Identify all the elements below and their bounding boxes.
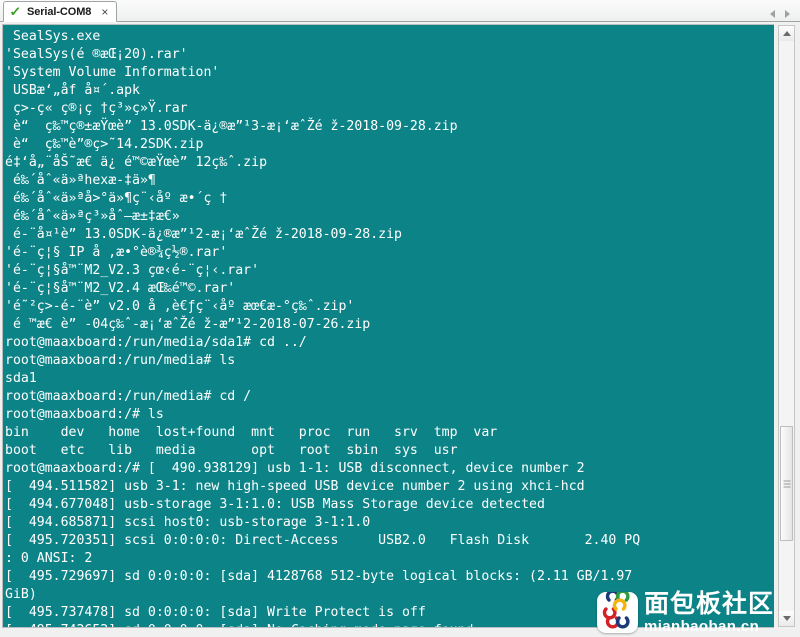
chevron-right-icon[interactable] [785, 10, 790, 18]
terminal-line: USBæ‘„åf å¤´.apk [5, 83, 140, 98]
terminal-area: SealSys.exe 'SealSys(é ®æŒ¡20).rar' 'Syste… [0, 22, 800, 637]
terminal-line: è“ ç‰™ç®±æŸœè” 13.0SDK-ä¿®æ”¹3-æ¡‘æˆŽé ž… [5, 119, 458, 134]
terminal-line: é‡‘å„¨åŠ˜æ€ ä¿ é™©æŸœè” 12ç‰ˆ.zip [5, 155, 268, 170]
terminal-line: sda1 [5, 371, 37, 386]
tab-nav-controls [770, 10, 800, 21]
terminal-line: é-¨å¤¹è” 13.0SDK-ä¿®æ”¹2-æ¡‘æˆŽé ž-2018-… [5, 227, 402, 242]
terminal-line: root@maaxboard:/run/media# ls [5, 353, 236, 368]
scroll-down-glyph [782, 616, 791, 621]
terminal-line: [ 494.677048] usb-storage 3-1:1.0: USB M… [5, 497, 545, 512]
terminal-line: 'é-¨ç¦§ IP å ‚æ•°è®¾ç½®.rar' [5, 245, 228, 260]
terminal-line: è“ ç‰™è”®ç>˜14.2SDK.zip [5, 137, 204, 152]
terminal-line: GiB) [5, 587, 37, 602]
tab-label: Serial-COM8 [27, 5, 92, 18]
terminal-line: 'é˜²ç>-é-¨è” v2.0 å ‚è€ƒç¨‹åº æœ€æ-°ç‰ˆ.… [5, 299, 355, 314]
terminal-line: é‰´åˆ«ä»ªå>°ä»¶ç¨‹åº æ•´ç † [5, 191, 228, 206]
terminal-line: root@maaxboard:/# [ 490.938129] usb 1-1:… [5, 461, 585, 476]
terminal-line: é‰´åˆ«ä»ªç³»åˆ—æ±‡æ€» [5, 209, 180, 224]
scroll-down-arrow-icon[interactable] [779, 611, 794, 626]
terminal-line: [ 495.729697] sd 0:0:0:0: [sda] 4128768 … [5, 569, 633, 584]
tab-serial-com8[interactable]: ✓ Serial-COM8 × [3, 1, 118, 22]
terminal-line: 'é-¨ç¦§å™¨M2_V2.4 æŒ‰é™©.rar' [5, 281, 236, 296]
green-check-icon: ✓ [9, 3, 22, 19]
terminal-line: bin dev home lost+found mnt proc run srv… [5, 425, 498, 440]
terminal-line: [ 495.720351] scsi 0:0:0:0: Direct-Acces… [5, 533, 641, 548]
terminal-line: é ™æ€ è” -04ç‰ˆ-æ¡‘æˆŽé ž-æ”¹2-2018-07-2… [5, 317, 371, 332]
terminal-line: : 0 ANSI: 2 [5, 551, 93, 566]
scroll-up-arrow-icon[interactable] [779, 26, 794, 41]
terminal-line: SealSys.exe [5, 29, 101, 44]
scrollbar-grip-icon [783, 480, 790, 487]
terminal-line: [ 494.685871] scsi host0: usb-storage 3-… [5, 515, 371, 530]
terminal-line: root@maaxboard:/# ls [5, 407, 164, 422]
terminal-output: SealSys.exe 'SealSys(é ®æŒ¡20).rar' 'Syste… [3, 25, 774, 627]
terminal-line: é‰´åˆ«ä»ªhexæ-‡ä»¶ [5, 173, 156, 188]
scrollbar-thumb[interactable] [780, 426, 793, 541]
terminal-line: 'System Volume Information' [5, 65, 220, 80]
tab-bar: ✓ Serial-COM8 × [0, 0, 800, 22]
terminal-line: 'SealSys(é ®æŒ¡20).rar' [5, 47, 188, 62]
chevron-left-icon[interactable] [770, 10, 775, 18]
terminal-console[interactable]: SealSys.exe 'SealSys(é ®æŒ¡20).rar' 'Syste… [2, 24, 774, 628]
close-icon[interactable]: × [100, 6, 109, 18]
terminal-line: boot etc lib media opt root sbin sys usr [5, 443, 458, 458]
scroll-up-glyph [782, 31, 791, 36]
terminal-line: root@maaxboard:/run/media# cd / [5, 389, 252, 404]
terminal-window: ✓ Serial-COM8 × SealSys.exe 'SealSys(é ®æ… [0, 0, 800, 637]
terminal-line: 'é-¨ç¦§å™¨M2_V2.3 çœ‹é-¨ç¦‹.rar' [5, 263, 260, 278]
terminal-line: [ 495.742652] sd 0:0:0:0: [sda] No Cachi… [5, 622, 774, 627]
terminal-line: ç>-ç« ç®¡ç †ç³»ç»Ÿ.rar [5, 101, 188, 116]
terminal-line: [ 494.511582] usb 3-1: new high-speed US… [5, 479, 585, 494]
terminal-line: [ 495.737478] sd 0:0:0:0: [sda] Write Pr… [5, 605, 426, 620]
vertical-scrollbar[interactable] [778, 25, 795, 627]
terminal-line: root@maaxboard:/run/media/sda1# cd ../ [5, 335, 307, 350]
